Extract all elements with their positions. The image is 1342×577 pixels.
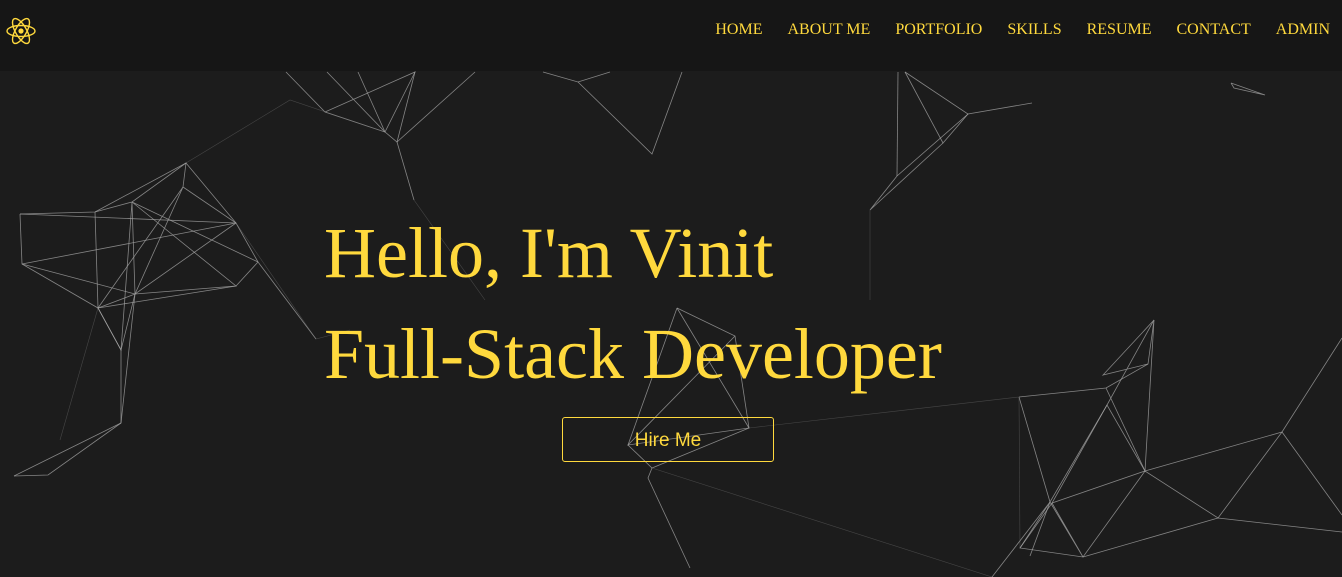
nav-link-resume[interactable]: RESUME [1087, 20, 1152, 40]
nav-link-admin[interactable]: ADMIN [1276, 20, 1330, 40]
hire-me-button[interactable]: Hire Me [562, 417, 774, 462]
page: HOME ABOUT ME PORTFOLIO SKILLS RESUME CO… [0, 0, 1342, 577]
nav-link-portfolio[interactable]: PORTFOLIO [895, 20, 982, 40]
hero-greeting: Hello, I'm Vinit [324, 213, 774, 293]
hero-section: Hello, I'm Vinit Full-Stack Developer Hi… [0, 0, 1342, 577]
nav-link-about-me[interactable]: ABOUT ME [787, 20, 870, 40]
nav-link-contact[interactable]: CONTACT [1177, 20, 1251, 40]
top-navbar: HOME ABOUT ME PORTFOLIO SKILLS RESUME CO… [0, 0, 1342, 71]
hero-role: Full-Stack Developer [324, 314, 942, 394]
react-atom-icon[interactable] [4, 14, 38, 48]
nav-link-home[interactable]: HOME [715, 20, 762, 40]
nav-link-skills[interactable]: SKILLS [1007, 20, 1061, 40]
nav-links: HOME ABOUT ME PORTFOLIO SKILLS RESUME CO… [690, 20, 1330, 40]
